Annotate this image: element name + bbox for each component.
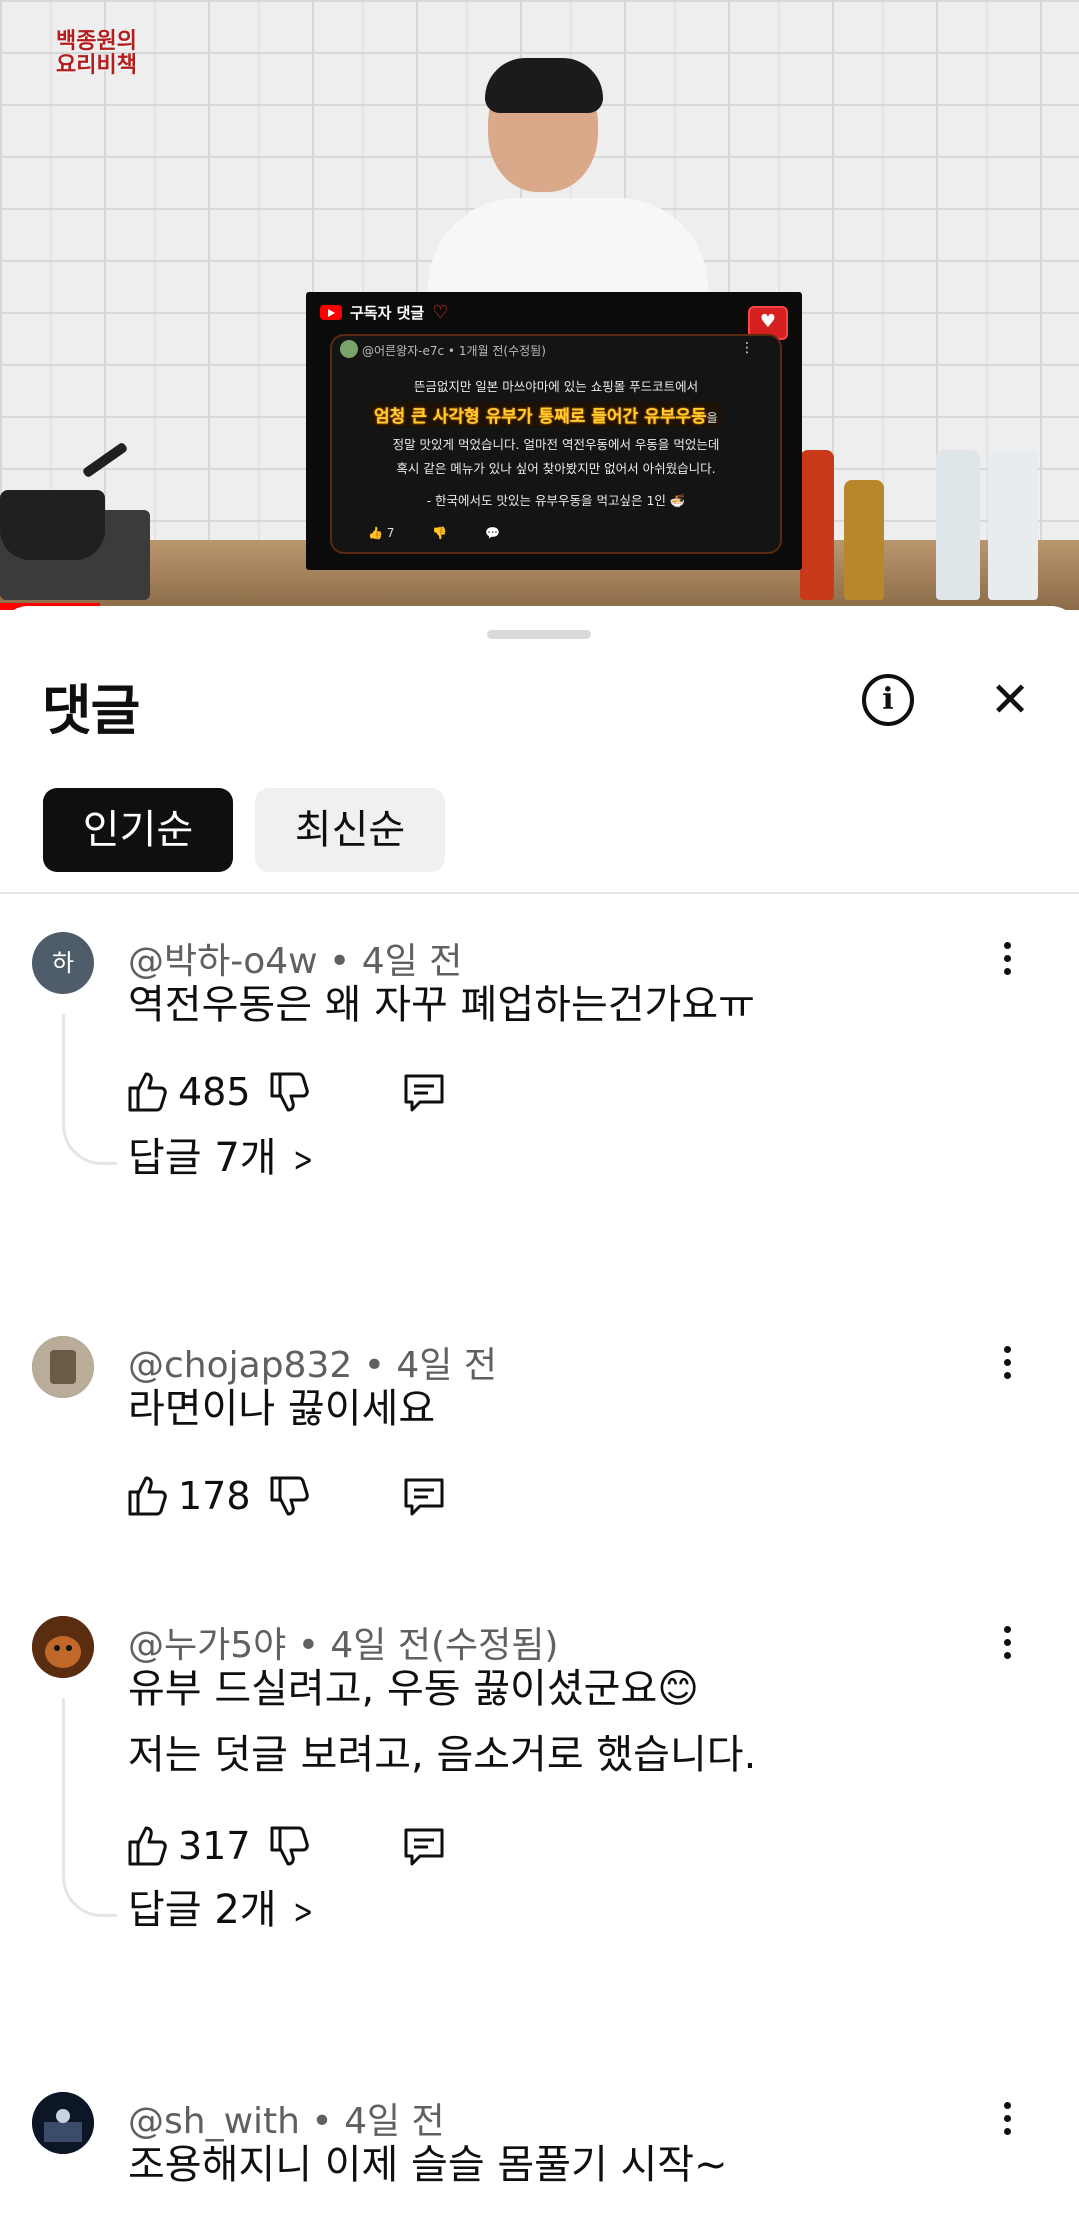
comments-sheet: 댓글 i ✕ 인기순 최신순 하 @박하-o4w • 4일 전 역전우동은 왜 … [0,606,1079,2221]
youtube-icon [320,305,342,320]
comment-text: 조용해지니 이제 슬슬 몸풀기 시작~ [128,2142,728,2188]
chevron-right-icon: > [292,1892,313,1932]
overlay-reply-icon: 💬 [485,526,501,540]
like-icon[interactable] [124,1822,172,1870]
overlay-header-label: 구독자 댓글 [350,304,425,322]
dislike-icon[interactable] [266,1472,314,1520]
overlay-dislike-icon: 👎 [432,526,448,540]
video-player[interactable]: 백종원의 요리비책 구독자 댓글 ♡ ♥ @어른왕자-e7c • 1개월 전(수… [0,0,1079,610]
comment-text: 역전우동은 왜 자꾸 폐업하는건가요ㅠ [128,982,755,1028]
reply-icon[interactable] [400,1068,448,1116]
like-count: 485 [178,1070,251,1114]
chevron-right-icon: > [292,1140,313,1180]
overlay-more-icon: ⋮ [740,340,754,356]
sheet-title: 댓글 [42,679,140,742]
channel-logo: 백종원의 요리비책 [56,30,137,78]
pot [0,490,105,560]
reply-icon[interactable] [400,1822,448,1870]
chef-hair [485,58,603,113]
drag-handle[interactable] [487,630,591,639]
overlay-username: @어른왕자-e7c • 1개월 전(수정됨) [362,344,546,358]
dislike-icon[interactable] [266,1068,314,1116]
overlay-header: 구독자 댓글 ♡ [320,302,448,323]
like-icon[interactable] [124,1472,172,1520]
avatar[interactable] [32,1336,94,1398]
avatar[interactable]: 하 [32,932,94,994]
more-options-icon[interactable] [1000,1346,1016,1385]
avatar[interactable] [32,1616,94,1678]
heart-icon: ♡ [432,302,449,323]
more-options-icon[interactable] [1000,2102,1016,2141]
avatar[interactable] [32,2092,94,2154]
overlay-avatar [340,340,358,358]
thread-line [62,1698,117,1917]
overlay-line-3: 정말 맛있게 먹었습니다. 얼마전 역전우동에서 우동을 먹었는데 [392,437,720,452]
thread-line [62,1014,117,1165]
like-count: 178 [178,1474,251,1518]
subscriber-comment-overlay: 구독자 댓글 ♡ ♥ @어른왕자-e7c • 1개월 전(수정됨) ⋮ 뜬금없지… [306,292,802,570]
logo-line-1: 백종원의 [56,29,137,54]
close-icon[interactable]: ✕ [990,668,1030,732]
overlay-like-icon: 👍 7 [368,526,395,540]
reply-icon[interactable] [400,1472,448,1520]
overlay-line-5: - 한국에서도 맛있는 유부우동을 먹고싶은 1인 🍜 [426,493,686,508]
dislike-icon[interactable] [266,1822,314,1870]
info-icon[interactable]: i [862,674,914,726]
logo-line-2: 요리비책 [56,53,137,78]
overlay-line-1: 뜬금없지만 일본 마쓰야마에 있는 쇼핑몰 푸드코트에서 [413,379,699,394]
more-options-icon[interactable] [1000,942,1016,981]
comment-text: 라면이나 끓이세요 [128,1386,436,1432]
comment-text-line-1: 유부 드실려고, 우동 끓이셨군요😊 [128,1666,699,1712]
overlay-actions: 👍 7 👎 💬 [368,526,500,540]
sort-chip-popular[interactable]: 인기순 [43,788,233,872]
replies-button[interactable]: 답글 2개 > [128,1880,317,1942]
overlay-highlight: 엄청 큰 사각형 유부가 통째로 들어간 유부우동을 [370,402,722,427]
like-icon[interactable] [124,1068,172,1116]
sort-chip-newest[interactable]: 최신순 [255,788,445,872]
divider [0,892,1079,894]
replies-button[interactable]: 답글 7개 > [128,1128,317,1190]
more-options-icon[interactable] [1000,1626,1016,1665]
comment-text-line-2: 저는 덧글 보려고, 음소거로 했습니다. [128,1732,757,1778]
bottles [800,410,1070,600]
overlay-line-4: 혹시 같은 메뉴가 있나 싶어 찾아봤지만 없어서 아쉬웠습니다. [396,461,716,476]
like-count: 317 [178,1824,251,1868]
